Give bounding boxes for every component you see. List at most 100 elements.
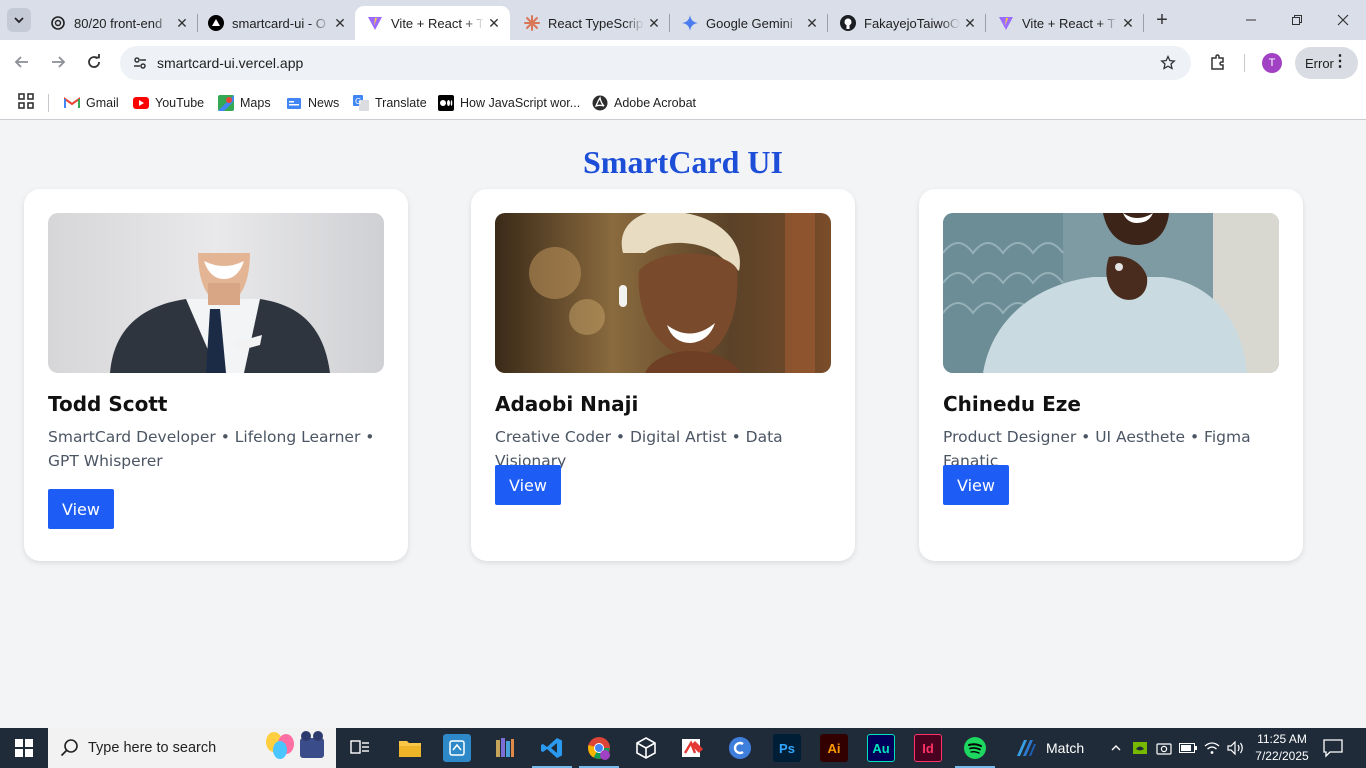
bookmark-gmail[interactable]: Gmail: [64, 92, 119, 114]
volume-icon[interactable]: [1226, 728, 1246, 768]
view-button[interactable]: View: [495, 465, 561, 505]
apps-grid-icon[interactable]: [18, 93, 36, 111]
chevron-up-icon[interactable]: [1106, 728, 1126, 768]
taskbar-search-box[interactable]: Type here to search: [48, 728, 336, 768]
photoshop-icon[interactable]: Ps: [773, 734, 801, 762]
card-name: Chinedu Eze: [943, 392, 1081, 416]
card-name: Adaobi Nnaji: [495, 392, 639, 416]
battery-icon[interactable]: [1178, 728, 1198, 768]
error-chip-button[interactable]: Error ⋮: [1295, 47, 1358, 79]
tab-claude[interactable]: React TypeScript ✕: [512, 6, 670, 40]
close-icon[interactable]: ✕: [960, 13, 980, 33]
gemini-icon: [682, 15, 698, 31]
tab-github[interactable]: FakayejoTaiwoO ✕: [828, 6, 986, 40]
start-button[interactable]: [0, 728, 48, 768]
bookmark-label: Adobe Acrobat: [614, 96, 697, 110]
bookmarks-divider: [48, 94, 49, 112]
tab-label: Google Gemini: [706, 15, 793, 31]
vscode-icon[interactable]: [532, 734, 572, 768]
maps-icon: [218, 95, 234, 111]
close-icon[interactable]: ✕: [1118, 13, 1138, 33]
indesign-icon[interactable]: Id: [914, 734, 942, 762]
view-button[interactable]: View: [943, 465, 1009, 505]
file-explorer-icon[interactable]: [396, 734, 424, 762]
restore-button[interactable]: [1274, 6, 1320, 34]
tab-vite-active[interactable]: Vite + React + T ✕: [355, 6, 510, 40]
notifications-icon[interactable]: [1322, 738, 1344, 758]
close-icon[interactable]: ✕: [484, 13, 504, 33]
gmail-icon: [64, 95, 80, 111]
wifi-icon[interactable]: [1202, 728, 1222, 768]
nvidia-tray-icon[interactable]: [1130, 728, 1150, 768]
bookmark-adobe-acrobat[interactable]: Adobe Acrobat: [592, 92, 696, 114]
tab-gemini[interactable]: Google Gemini ✕: [670, 6, 828, 40]
bookmark-label: Translate: [375, 96, 427, 110]
system-clock[interactable]: 11:25 AM 7/22/2025: [1250, 731, 1314, 765]
spotify-icon[interactable]: [955, 734, 995, 768]
card-name: Todd Scott: [48, 392, 168, 416]
view-button[interactable]: View: [48, 489, 114, 529]
pdf-editor-icon[interactable]: [679, 734, 707, 762]
close-icon[interactable]: ✕: [802, 13, 822, 33]
new-tab-button[interactable]: +: [1150, 8, 1174, 32]
forward-button[interactable]: [44, 48, 72, 76]
tab-chatgpt[interactable]: 80/20 front-end ✕: [38, 6, 198, 40]
error-label: Error: [1305, 55, 1334, 71]
claude-icon: [524, 15, 540, 31]
arrow-left-icon: [14, 56, 28, 68]
tab-search-button[interactable]: [7, 8, 31, 32]
bookmark-translate[interactable]: G Translate: [353, 92, 427, 114]
man-in-suit-photo: [48, 213, 384, 373]
card-description: SmartCard Developer • Lifelong Learner •…: [48, 428, 375, 470]
github-icon: [840, 15, 856, 31]
task-view-icon[interactable]: [346, 734, 374, 762]
extensions-icon[interactable]: [1206, 50, 1230, 74]
tab-vercel[interactable]: smartcard-ui - O ✕: [196, 6, 356, 40]
bookmark-label: Gmail: [86, 96, 119, 110]
tab-label: smartcard-ui - O: [232, 15, 326, 31]
woman-in-sweater-photo: [943, 213, 1279, 373]
site-info-icon[interactable]: [128, 51, 152, 75]
plus-icon: +: [1156, 8, 1168, 31]
balloons-icon: [266, 731, 324, 759]
chatgpt-icon: [50, 15, 66, 31]
bookmark-javascript-article[interactable]: How JavaScript wor...: [438, 92, 580, 114]
tab-vite-2[interactable]: Vite + React + T ✕: [986, 6, 1144, 40]
toolbar-divider: [1244, 54, 1245, 72]
profile-avatar[interactable]: T: [1262, 53, 1282, 73]
unity-icon[interactable]: [632, 734, 660, 762]
audition-icon[interactable]: Au: [867, 734, 895, 762]
minimize-button[interactable]: [1228, 6, 1274, 34]
vercel-icon: [208, 15, 224, 31]
canva-icon[interactable]: [726, 734, 754, 762]
more-menu-icon: ⋮: [1332, 53, 1348, 70]
windows-icon: [15, 739, 33, 757]
bookmark-maps[interactable]: Maps: [218, 92, 271, 114]
close-icon[interactable]: ✕: [330, 13, 350, 33]
bookmark-news[interactable]: News: [286, 92, 339, 114]
close-icon[interactable]: ✕: [172, 13, 192, 33]
back-button[interactable]: [8, 48, 36, 76]
tab-label: React TypeScript: [548, 15, 644, 31]
bookmark-youtube[interactable]: YouTube: [133, 92, 204, 114]
vite-icon: [367, 15, 383, 31]
tab-strip: 80/20 front-end ✕ smartcard-ui - O ✕ Vit…: [0, 0, 1366, 40]
camera-tray-icon[interactable]: [1154, 728, 1174, 768]
bookmark-star-icon[interactable]: [1157, 52, 1179, 74]
library-icon[interactable]: [491, 734, 519, 762]
profile-card: Todd Scott SmartCard Developer • Lifelon…: [24, 189, 408, 561]
youtube-icon: [133, 95, 149, 111]
address-bar[interactable]: smartcard-ui.vercel.app: [120, 46, 1191, 80]
minimize-icon: [1246, 19, 1256, 21]
close-icon[interactable]: ✕: [644, 13, 664, 33]
app-icon[interactable]: [443, 734, 471, 762]
close-icon: [1337, 14, 1349, 26]
browser-toolbar: smartcard-ui.vercel.app T Error ⋮: [0, 40, 1366, 86]
cricket-app-icon[interactable]: [1012, 734, 1040, 762]
chrome-icon[interactable]: [579, 734, 619, 768]
reload-button[interactable]: [80, 48, 108, 76]
tab-label: FakayejoTaiwoO: [864, 15, 960, 31]
smiling-woman-photo: [495, 213, 831, 373]
illustrator-icon[interactable]: Ai: [820, 734, 848, 762]
close-window-button[interactable]: [1320, 6, 1366, 34]
